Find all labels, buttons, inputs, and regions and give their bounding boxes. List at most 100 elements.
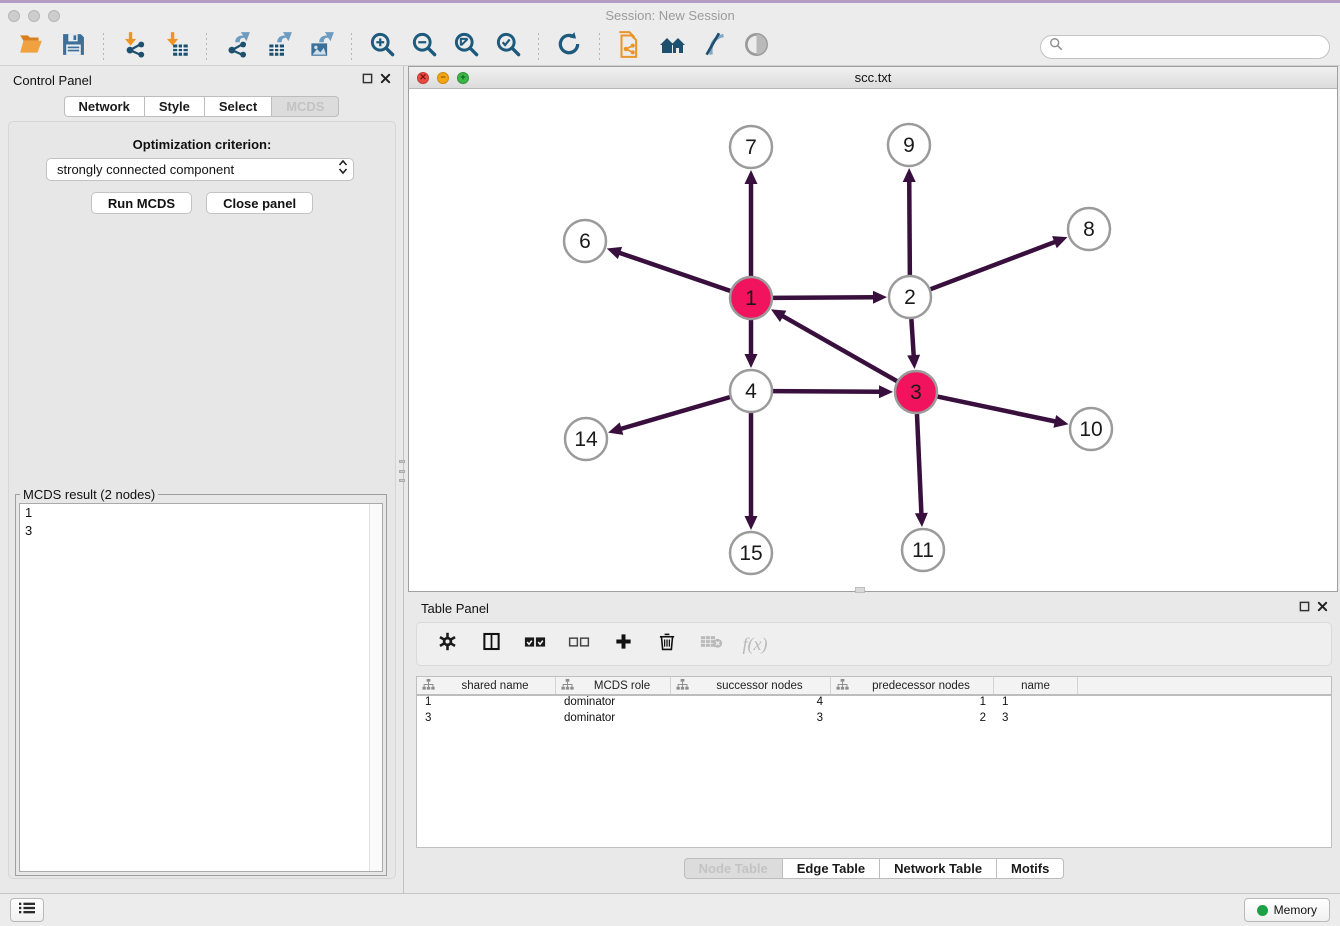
cell-predecessor-nodes[interactable]: 1 bbox=[831, 696, 994, 712]
graph-edge-arrowhead bbox=[915, 513, 928, 527]
zoom-selected-icon bbox=[495, 31, 522, 63]
network-document-icon bbox=[617, 31, 644, 63]
fx-icon: f(x) bbox=[743, 634, 768, 655]
float-panel-icon[interactable] bbox=[1299, 599, 1310, 617]
tab-style[interactable]: Style bbox=[145, 96, 205, 117]
zoom-in-button[interactable] bbox=[366, 31, 398, 63]
graph-edge-2-9[interactable] bbox=[909, 180, 910, 275]
select-all-rows-button[interactable] bbox=[519, 628, 551, 660]
create-column-button[interactable] bbox=[607, 628, 639, 660]
import-table-button[interactable] bbox=[160, 31, 192, 63]
show-columns-button[interactable] bbox=[475, 628, 507, 660]
graph-edge-3-10[interactable] bbox=[938, 397, 1057, 422]
export-table-button[interactable] bbox=[263, 31, 295, 63]
tab-network-table[interactable]: Network Table bbox=[880, 858, 997, 879]
tab-mcds[interactable]: MCDS bbox=[272, 96, 339, 117]
close-panel-button[interactable]: Close panel bbox=[206, 192, 313, 214]
toolbar-separator bbox=[538, 33, 539, 61]
show-log-button[interactable] bbox=[10, 898, 44, 922]
graph-node-label: 10 bbox=[1079, 418, 1102, 441]
column-header-successor-nodes[interactable]: successor nodes bbox=[671, 677, 831, 694]
tab-motifs[interactable]: Motifs bbox=[997, 858, 1064, 879]
global-search-input[interactable] bbox=[1068, 39, 1321, 54]
tree-icon bbox=[561, 678, 574, 694]
graph-edge-arrowhead bbox=[745, 170, 758, 184]
export-image-button[interactable] bbox=[305, 31, 337, 63]
zoom-selected-button[interactable] bbox=[492, 31, 524, 63]
cell-mcds-role[interactable]: dominator bbox=[556, 696, 671, 712]
cell-successor-nodes[interactable]: 4 bbox=[671, 696, 831, 712]
column-header-predecessor-nodes[interactable]: predecessor nodes bbox=[831, 677, 994, 694]
chevron-updown-icon bbox=[337, 159, 349, 180]
tab-network[interactable]: Network bbox=[64, 96, 145, 117]
app-window: Session: New Session bbox=[0, 0, 1340, 926]
zoom-fit-button[interactable] bbox=[450, 31, 482, 63]
list-item[interactable]: 1 bbox=[20, 504, 382, 522]
delete-column-button[interactable] bbox=[651, 628, 683, 660]
toolbar-separator bbox=[206, 33, 207, 61]
horizontal-splitter-handle[interactable] bbox=[855, 587, 865, 593]
mcds-result-title: MCDS result (2 nodes) bbox=[20, 487, 158, 502]
column-header-shared-name[interactable]: shared name bbox=[417, 677, 556, 694]
graph-edge-3-1[interactable] bbox=[781, 315, 896, 381]
table-row[interactable]: 3 dominator 3 2 3 bbox=[417, 712, 1331, 728]
graph-edge-arrowhead bbox=[907, 355, 920, 369]
style-button[interactable] bbox=[698, 31, 730, 63]
cell-shared-name[interactable]: 3 bbox=[417, 712, 556, 728]
import-network-button[interactable] bbox=[118, 31, 150, 63]
new-network-button[interactable] bbox=[614, 31, 646, 63]
memory-button[interactable]: Memory bbox=[1244, 898, 1330, 922]
tree-icon bbox=[676, 678, 689, 694]
graph-node-label: 11 bbox=[912, 539, 934, 562]
tab-select[interactable]: Select bbox=[205, 96, 272, 117]
graph-edge-4-14[interactable] bbox=[620, 397, 730, 429]
cell-shared-name[interactable]: 1 bbox=[417, 696, 556, 712]
vertical-splitter-handle[interactable] bbox=[399, 460, 405, 482]
graph-edge-2-8[interactable] bbox=[931, 241, 1057, 289]
save-session-button[interactable] bbox=[57, 31, 89, 63]
graph-edge-3-11[interactable] bbox=[917, 414, 921, 515]
float-panel-icon[interactable] bbox=[362, 71, 373, 89]
graph-edge-arrowhead bbox=[607, 247, 622, 259]
cell-mcds-role[interactable]: dominator bbox=[556, 712, 671, 728]
run-mcds-button[interactable]: Run MCDS bbox=[91, 192, 192, 214]
hide-panels-button[interactable] bbox=[740, 31, 772, 63]
control-panel: Control Panel Network Style Select MCDS … bbox=[0, 66, 404, 893]
optimization-criterion-select[interactable]: strongly connected component bbox=[46, 158, 354, 181]
home-button[interactable] bbox=[656, 31, 688, 63]
table-settings-button[interactable] bbox=[431, 628, 463, 660]
graph-edge-arrowhead bbox=[873, 291, 887, 304]
export-network-button[interactable] bbox=[221, 31, 253, 63]
cell-name[interactable]: 3 bbox=[994, 712, 1078, 728]
apply-layout-button[interactable] bbox=[553, 31, 585, 63]
list-item[interactable]: 3 bbox=[20, 522, 382, 540]
save-floppy-icon bbox=[61, 32, 86, 62]
tab-node-table[interactable]: Node Table bbox=[684, 858, 783, 879]
tree-icon bbox=[836, 678, 849, 694]
memory-label: Memory bbox=[1274, 903, 1317, 917]
cell-predecessor-nodes[interactable]: 2 bbox=[831, 712, 994, 728]
network-window-titlebar[interactable]: ✕ − + scc.txt bbox=[409, 67, 1337, 89]
graph-edge-2-3[interactable] bbox=[911, 319, 913, 357]
cell-successor-nodes[interactable]: 3 bbox=[671, 712, 831, 728]
tab-edge-table[interactable]: Edge Table bbox=[783, 858, 880, 879]
graph-edge-1-2[interactable] bbox=[773, 297, 875, 298]
graph-edge-4-3[interactable] bbox=[773, 391, 881, 392]
open-session-button[interactable] bbox=[15, 31, 47, 63]
export-network-icon bbox=[224, 31, 251, 63]
export-table-icon bbox=[266, 31, 293, 63]
mcds-result-list[interactable]: 1 3 bbox=[19, 503, 383, 872]
cell-name[interactable]: 1 bbox=[994, 696, 1078, 712]
network-canvas[interactable]: 7968124314101511 bbox=[409, 89, 1337, 591]
close-panel-icon[interactable] bbox=[380, 71, 391, 89]
graph-edge-1-6[interactable] bbox=[618, 252, 730, 290]
zoom-out-button[interactable] bbox=[408, 31, 440, 63]
close-panel-icon[interactable] bbox=[1317, 599, 1328, 617]
column-header-mcds-role[interactable]: MCDS role bbox=[556, 677, 671, 694]
column-header-name[interactable]: name bbox=[994, 677, 1078, 694]
zoom-in-icon bbox=[369, 31, 396, 63]
import-network-icon bbox=[121, 31, 148, 63]
deselect-all-rows-button[interactable] bbox=[563, 628, 595, 660]
table-row[interactable]: 1 dominator 4 1 1 bbox=[417, 696, 1331, 712]
scrollbar-track[interactable] bbox=[369, 504, 382, 871]
